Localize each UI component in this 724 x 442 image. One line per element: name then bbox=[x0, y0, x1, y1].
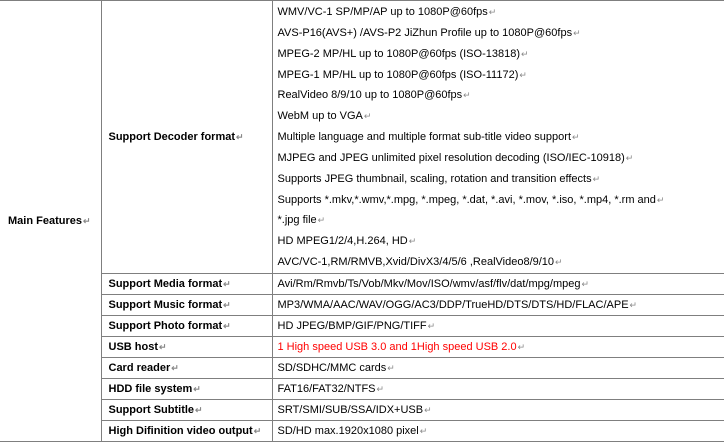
decoder-format-line: WMV/VC-1 SP/MP/AP up to 1080P@60fps↵ bbox=[277, 6, 497, 18]
decoder-format-line: RealVideo 8/9/10 up to 1080P@60fps↵ bbox=[277, 89, 471, 102]
decoder-format-values: WMV/VC-1 SP/MP/AP up to 1080P@60fps↵ AVS-… bbox=[271, 0, 724, 274]
feature-row: Card reader↵ SD/SDHC/MMC cards↵ bbox=[0, 356, 724, 379]
decoder-format-line: MJPEG and JPEG unlimited pixel resolutio… bbox=[277, 151, 634, 164]
support-media-format-label: Support Media format↵ bbox=[100, 272, 273, 295]
decoder-format-line: *.jpg file↵ bbox=[277, 214, 326, 227]
features-table: Main Features↵ Support Decoder format↵ W… bbox=[0, 0, 724, 442]
card-reader-value: SD/SDHC/MMC cards↵ bbox=[271, 356, 724, 379]
support-music-format-label: Support Music format↵ bbox=[100, 293, 273, 316]
usb-host-value: 1 High speed USB 3.0 and 1High speed USB… bbox=[271, 335, 724, 358]
feature-row: Support Subtitle↵ SRT/SMI/SUB/SSA/IDX+USB… bbox=[0, 398, 724, 421]
decoder-format-label: Support Decoder format↵ bbox=[100, 0, 273, 274]
decoder-format-line: MPEG-2 MP/HL up to 1080P@60fps (ISO-1381… bbox=[277, 47, 529, 60]
high-difinition-video-output-value: SD/HD max.1920x1080 pixel↵ bbox=[271, 419, 724, 442]
decoder-format-line: AVS-P16(AVS+) /AVS-P2 JiZhun Profile up … bbox=[277, 26, 581, 39]
decoder-format-line: AVC/VC-1,RM/RMVB,Xvid/DivX3/4/5/6 ,RealV… bbox=[277, 256, 563, 269]
hdd-file-system-label: HDD file system↵ bbox=[100, 377, 273, 400]
support-media-format-value: Avi/Rm/Rmvb/Ts/Vob/Mkv/Mov/ISO/wmv/asf/f… bbox=[271, 272, 724, 295]
decoder-format-line: WebM up to VGA↵ bbox=[277, 110, 372, 123]
hdd-file-system-value: FAT16/FAT32/NTFS↵ bbox=[271, 377, 724, 400]
support-photo-format-value: HD JPEG/BMP/GIF/PNG/TIFF↵ bbox=[271, 314, 724, 337]
feature-row: High Difinition video output↵ SD/HD max.1… bbox=[0, 419, 724, 442]
decoder-format-line: Supports *.mkv,*.wmv,*.mpg, *.mpeg, *.da… bbox=[277, 193, 665, 206]
decoder-row: Main Features↵ Support Decoder format↵ W… bbox=[0, 0, 724, 442]
decoder-format-line: HD MPEG1/2/4,H.264, HD↵ bbox=[277, 235, 417, 248]
card-reader-label: Card reader↵ bbox=[100, 356, 273, 379]
feature-row: Support Music format↵ MP3/WMA/AAC/WAV/OGG… bbox=[0, 293, 724, 316]
support-subtitle-value: SRT/SMI/SUB/SSA/IDX+USB↵ bbox=[271, 398, 724, 421]
support-music-format-value: MP3/WMA/AAC/WAV/OGG/AC3/DDP/TrueHD/DTS/D… bbox=[271, 293, 724, 316]
usb-host-label: USB host↵ bbox=[100, 335, 273, 358]
support-subtitle-label: Support Subtitle↵ bbox=[100, 398, 273, 421]
support-photo-format-label: Support Photo format↵ bbox=[100, 314, 273, 337]
feature-row: Support Photo format↵ HD JPEG/BMP/GIF/PNG… bbox=[0, 314, 724, 337]
decoder-format-line: MPEG-1 MP/HL up to 1080P@60fps (ISO-1117… bbox=[277, 68, 527, 81]
feature-row: HDD file system↵ FAT16/FAT32/NTFS↵ bbox=[0, 377, 724, 400]
main-features-label: Main Features↵ bbox=[0, 0, 102, 442]
high-difinition-video-output-label: High Difinition video output↵ bbox=[100, 419, 273, 442]
decoder-format-line: Multiple language and multiple format su… bbox=[277, 131, 580, 144]
feature-row: Support Media format↵ Avi/Rm/Rmvb/Ts/Vob/… bbox=[0, 272, 724, 295]
feature-row: USB host↵ 1 High speed USB 3.0 and 1High … bbox=[0, 335, 724, 358]
decoder-format-line: Supports JPEG thumbnail, scaling, rotati… bbox=[277, 172, 601, 185]
